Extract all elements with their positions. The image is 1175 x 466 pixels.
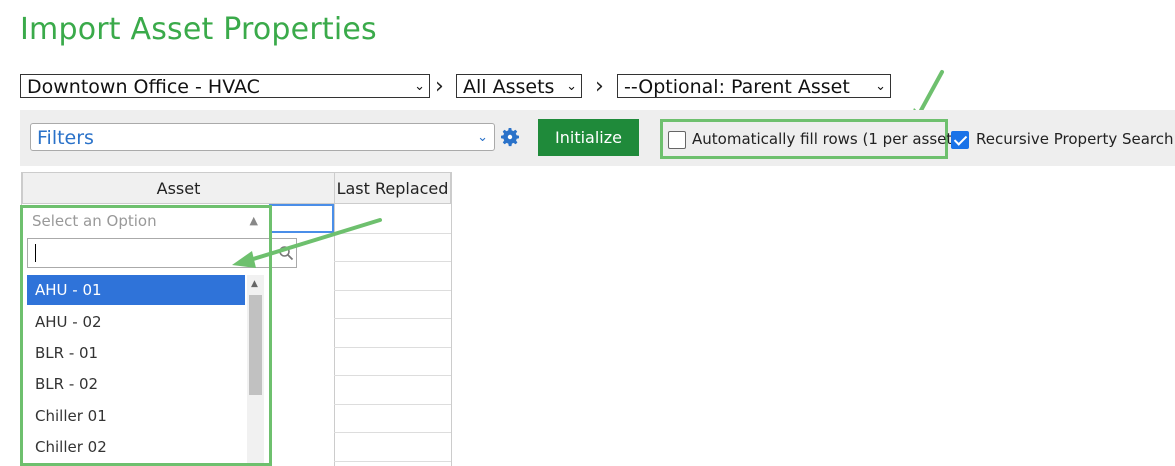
row-divider	[334, 318, 451, 319]
row-divider	[334, 432, 451, 433]
row-divider	[334, 461, 451, 462]
chevron-down-icon: ⌄	[414, 79, 425, 94]
column-header-asset[interactable]: Asset	[22, 172, 335, 204]
autofill-checkbox[interactable]	[668, 131, 686, 149]
autofill-label: Automatically fill rows (1 per asset)	[692, 130, 959, 148]
annotation-arrow-icon	[232, 218, 382, 268]
location-select-value: Downtown Office - HVAC	[27, 76, 260, 98]
chevron-down-icon: ⌄	[477, 130, 488, 145]
row-divider	[334, 404, 451, 405]
column-header-last-replaced[interactable]: Last Replaced	[334, 172, 451, 204]
filters-select[interactable]: Filters ⌄	[30, 123, 495, 151]
location-select[interactable]: Downtown Office - HVAC ⌄	[20, 74, 430, 98]
row-divider	[334, 290, 451, 291]
breadcrumb-separator: ›	[435, 74, 444, 99]
filters-select-value: Filters	[37, 127, 94, 149]
asset-type-select-value: All Assets	[463, 76, 555, 98]
initialize-button[interactable]: Initialize	[538, 119, 639, 156]
parent-asset-select[interactable]: --Optional: Parent Asset ⌄	[617, 74, 891, 98]
chevron-down-icon: ⌄	[875, 79, 886, 94]
row-divider	[334, 375, 451, 376]
recursive-search-checkbox[interactable]	[951, 131, 969, 149]
recursive-search-label: Recursive Property Search	[976, 130, 1174, 148]
asset-type-select[interactable]: All Assets ⌄	[456, 74, 582, 98]
breadcrumb-separator: ›	[595, 74, 604, 99]
page-title: Import Asset Properties	[20, 12, 377, 47]
row-divider	[334, 347, 451, 348]
gear-icon[interactable]	[498, 125, 522, 149]
chevron-down-icon: ⌄	[566, 79, 577, 94]
parent-asset-select-value: --Optional: Parent Asset	[624, 76, 850, 98]
